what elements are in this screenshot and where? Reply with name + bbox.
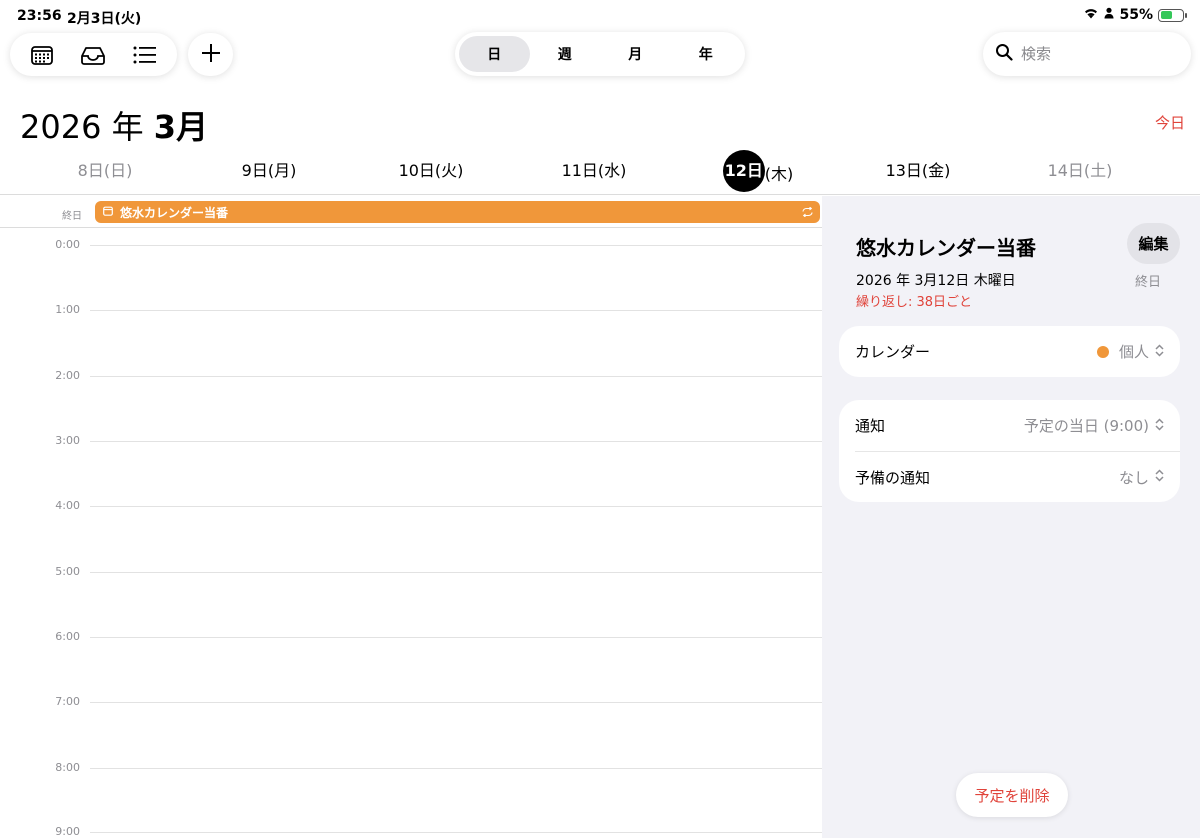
tab-year[interactable]: 年 xyxy=(671,36,742,72)
second-alert-label: 予備の通知 xyxy=(855,468,931,487)
hour-row-7: 7:00 xyxy=(0,695,822,708)
second-alert-value: なし xyxy=(1119,467,1164,488)
wifi-icon xyxy=(1083,7,1099,23)
edit-button[interactable]: 編集 xyxy=(1127,223,1180,264)
day-grid: 終日 悠水カレンダー当番 0:00 1:00 2:00 3:00 4:00 5:… xyxy=(0,196,822,838)
toolbar-left xyxy=(10,33,177,76)
all-day-label: 終日 xyxy=(62,211,82,222)
chevron-updown-icon xyxy=(1155,343,1164,361)
inbox-icon[interactable] xyxy=(73,35,113,75)
hour-line xyxy=(90,506,822,507)
view-switcher: 日 週 月 年 xyxy=(455,32,745,76)
title-month: 3月 xyxy=(153,108,209,146)
hour-line xyxy=(90,832,822,833)
hour-row-3: 3:00 xyxy=(0,434,822,447)
hour-label: 8:00 xyxy=(55,761,80,774)
search-icon xyxy=(995,43,1013,65)
alert-label: 通知 xyxy=(855,417,886,435)
status-bar: 23:56 2月3日(火) 55% xyxy=(0,0,1200,30)
hour-label: 0:00 xyxy=(55,238,80,251)
event-detail-title: 悠水カレンダー当番 xyxy=(856,236,1036,260)
hour-row-2: 2:00 xyxy=(0,369,822,382)
day-strip: 8日(日) 9日(月) 10日(火) 11日(水) 12日 (木) 13日(金) … xyxy=(0,150,1200,195)
calendar-card: カレンダー 個人 xyxy=(839,326,1180,377)
chevron-updown-icon xyxy=(1155,417,1164,435)
selected-day-weekday: (木) xyxy=(764,164,794,184)
hour-line xyxy=(90,702,822,703)
hour-line xyxy=(90,441,822,442)
event-detail-panel: 悠水カレンダー当番 編集 2026 年 3月12日 木曜日 終日 繰り返し: 3… xyxy=(822,196,1200,838)
calendar-name: 個人 xyxy=(1118,343,1149,361)
hour-row-4: 4:00 xyxy=(0,499,822,512)
day-10[interactable]: 10日(火) xyxy=(371,158,491,188)
hour-row-8: 8:00 xyxy=(0,761,822,774)
status-time: 23:56 xyxy=(17,8,62,24)
all-day-row: 終日 悠水カレンダー当番 xyxy=(0,196,822,228)
selected-day-number: 12日 xyxy=(722,150,765,192)
day-14[interactable]: 14日(土) xyxy=(1020,158,1140,188)
hour-line xyxy=(90,310,822,311)
tab-week[interactable]: 週 xyxy=(530,36,601,72)
day-12-selected[interactable]: 12日 (木) xyxy=(698,150,818,192)
calendar-color-dot xyxy=(1096,345,1109,358)
all-day-event[interactable]: 悠水カレンダー当番 xyxy=(95,201,820,223)
hour-line xyxy=(90,376,822,377)
hour-label: 6:00 xyxy=(55,630,80,643)
event-title: 悠水カレンダー当番 xyxy=(120,205,229,220)
day-11[interactable]: 11日(水) xyxy=(534,158,654,188)
page-title: 2026 年 3月 xyxy=(20,102,208,148)
hour-label: 1:00 xyxy=(55,303,80,316)
add-button[interactable] xyxy=(188,33,233,76)
hour-row-0: 0:00 xyxy=(0,238,822,251)
today-button[interactable]: 今日 xyxy=(1155,112,1185,133)
day-13[interactable]: 13日(金) xyxy=(858,158,978,188)
tab-month[interactable]: 月 xyxy=(600,36,671,72)
person-icon xyxy=(1104,7,1114,23)
event-all-day: 終日 xyxy=(1135,275,1162,290)
status-indicators: 55% xyxy=(1083,7,1187,23)
alert-value-text: 予定の当日 (9:00) xyxy=(1023,417,1149,435)
calendar-row[interactable]: カレンダー 個人 xyxy=(839,326,1180,377)
hour-row-9: 9:00 xyxy=(0,825,822,838)
add-icon xyxy=(201,43,221,67)
event-repeat: 繰り返し: 38日ごと xyxy=(856,295,973,310)
delete-event-button[interactable]: 予定を削除 xyxy=(956,773,1068,817)
alert-value: 予定の当日 (9:00) xyxy=(1024,415,1164,436)
hour-line xyxy=(90,768,822,769)
hour-label: 4:00 xyxy=(55,499,80,512)
hour-label: 7:00 xyxy=(55,695,80,708)
hour-label: 9:00 xyxy=(55,825,80,838)
alert-row[interactable]: 通知 予定の当日 (9:00) xyxy=(839,400,1180,451)
hour-label: 2:00 xyxy=(55,369,80,382)
search-input[interactable] xyxy=(1021,45,1171,63)
chevron-updown-icon xyxy=(1155,468,1164,486)
hour-row-5: 5:00 xyxy=(0,565,822,578)
alerts-card: 通知 予定の当日 (9:00) 予備の通知 なし xyxy=(839,400,1180,502)
event-calendar-icon xyxy=(103,205,113,219)
hour-line xyxy=(90,245,822,246)
second-alert-row[interactable]: 予備の通知 なし xyxy=(855,451,1180,502)
day-8[interactable]: 8日(日) xyxy=(45,158,165,188)
hour-line xyxy=(90,572,822,573)
hour-row-1: 1:00 xyxy=(0,303,822,316)
status-date: 2月3日(火) xyxy=(67,11,142,27)
hour-label: 5:00 xyxy=(55,565,80,578)
event-date: 2026 年 3月12日 木曜日 xyxy=(856,273,1016,289)
tab-day[interactable]: 日 xyxy=(459,36,530,72)
hour-label: 3:00 xyxy=(55,434,80,447)
hour-line xyxy=(90,637,822,638)
list-icon[interactable] xyxy=(125,35,165,75)
repeat-icon xyxy=(802,206,813,220)
battery-icon xyxy=(1158,8,1187,22)
battery-percent: 55% xyxy=(1119,7,1153,23)
title-year: 2026 年 xyxy=(20,108,144,146)
calendar-value: 個人 xyxy=(1096,341,1164,362)
day-9[interactable]: 9日(月) xyxy=(209,158,329,188)
calendar-icon[interactable] xyxy=(22,35,62,75)
calendar-label: カレンダー xyxy=(855,343,931,361)
search-field[interactable] xyxy=(983,32,1191,76)
hour-row-6: 6:00 xyxy=(0,630,822,643)
second-alert-value-text: なし xyxy=(1118,468,1149,487)
